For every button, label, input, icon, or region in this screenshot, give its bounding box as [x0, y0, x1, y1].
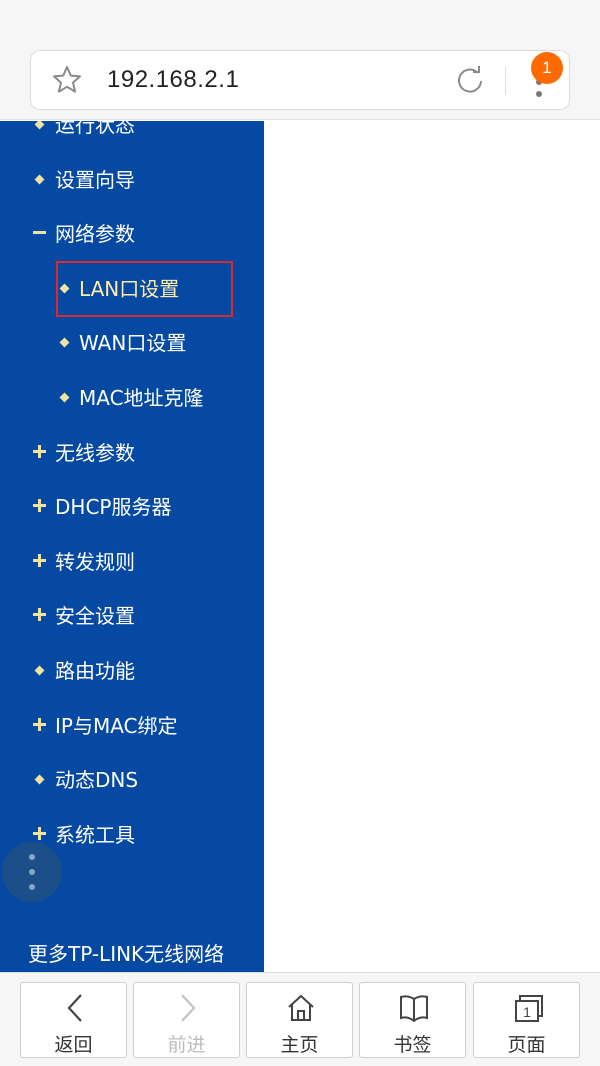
home-icon: [288, 994, 314, 1021]
sidebar-item-label: 系统工具: [55, 822, 135, 847]
sidebar-item-label: 路由功能: [55, 659, 135, 683]
main-content-frame: [264, 121, 600, 972]
router-sidebar-menu: 更多TP-LINK无线网络 运行状态设置向导网络参数 LAN口设置 WAN口设置 MA…: [0, 121, 264, 972]
book-icon: [400, 995, 428, 1023]
sidebar-item-label: MAC地址克隆: [79, 386, 204, 410]
expand-plus-icon: [33, 444, 46, 458]
sidebar-item[interactable]: 无线参数: [0, 433, 264, 473]
sidebar-item[interactable]: DHCP服务器: [0, 487, 264, 527]
more-tplink-link[interactable]: 更多TP-LINK无线网络: [28, 938, 224, 967]
back-label: 返回: [54, 1034, 93, 1056]
browser-toolbar: 192.168.2.1 1: [0, 0, 600, 120]
sidebar-item[interactable]: LAN口设置: [0, 269, 264, 309]
bullet-icon: [34, 174, 45, 185]
reload-icon[interactable]: [453, 64, 487, 98]
sidebar-item-label: WAN口设置: [79, 331, 187, 356]
expand-plus-icon: [33, 608, 46, 622]
sidebar-item-label: 运行状态: [55, 121, 135, 137]
forward-label: 前进: [167, 1034, 206, 1056]
back-button[interactable]: 返回: [20, 982, 127, 1058]
bullet-icon: [34, 774, 45, 785]
sidebar-item-label: 无线参数: [55, 440, 135, 465]
expand-plus-icon: [33, 499, 46, 513]
bookmark-star-icon[interactable]: [51, 64, 83, 96]
sidebar-item-label: 转发规则: [55, 549, 135, 574]
toolbar-separator: [505, 67, 506, 95]
sidebar-item[interactable]: 运行状态: [0, 121, 264, 145]
sidebar-item-label: 设置向导: [55, 167, 135, 192]
home-label: 主页: [280, 1034, 319, 1056]
sidebar-item[interactable]: WAN口设置: [0, 323, 264, 363]
pages-label: 页面: [507, 1034, 546, 1056]
browser-bottom-nav: 返回 前进 主页 书签 1 页面: [0, 972, 600, 1066]
sidebar-item[interactable]: IP与MAC绑定: [0, 706, 264, 746]
sidebar-item[interactable]: 安全设置: [0, 596, 264, 636]
svg-text:1: 1: [523, 1004, 531, 1020]
expand-plus-icon: [33, 717, 46, 731]
sidebar-item[interactable]: 路由功能: [0, 651, 264, 691]
tabs-icon: 1: [515, 995, 543, 1022]
expand-plus-icon: [33, 553, 46, 567]
sidebar-item[interactable]: 设置向导: [0, 160, 264, 200]
expand-plus-icon: [33, 826, 46, 840]
bullet-icon: [59, 337, 70, 348]
sidebar-item-label: 安全设置: [55, 604, 135, 629]
sidebar-item[interactable]: MAC地址克隆: [0, 378, 264, 418]
bullet-icon: [34, 665, 45, 676]
chevron-left-icon: [67, 994, 82, 1022]
sidebar-item[interactable]: 动态DNS: [0, 760, 264, 800]
bullet-icon: [34, 121, 45, 130]
sidebar-item-label: 网络参数: [55, 222, 135, 247]
sidebar-item[interactable]: 转发规则: [0, 542, 264, 582]
pages-button[interactable]: 1 页面: [473, 982, 580, 1058]
sidebar-item-label: DHCP服务器: [55, 495, 172, 520]
sidebar-item[interactable]: 系统工具: [0, 815, 264, 855]
forward-button[interactable]: 前进: [133, 982, 240, 1058]
sidebar-item-label: 动态DNS: [55, 768, 139, 793]
bookmarks-button[interactable]: 书签: [359, 982, 466, 1058]
bullet-icon: [59, 283, 70, 294]
notification-badge: 1: [531, 52, 563, 84]
sidebar-item-label: LAN口设置: [79, 276, 180, 301]
collapse-minus-icon: [33, 231, 46, 235]
bookmarks-label: 书签: [393, 1034, 432, 1056]
chevron-right-icon: [181, 994, 196, 1022]
url-text[interactable]: 192.168.2.1: [107, 66, 239, 94]
address-bar[interactable]: 192.168.2.1: [30, 50, 570, 110]
home-button[interactable]: 主页: [246, 982, 353, 1058]
sidebar-item[interactable]: 网络参数: [0, 214, 264, 254]
sidebar-item-label: IP与MAC绑定: [55, 713, 178, 738]
bullet-icon: [59, 392, 70, 403]
